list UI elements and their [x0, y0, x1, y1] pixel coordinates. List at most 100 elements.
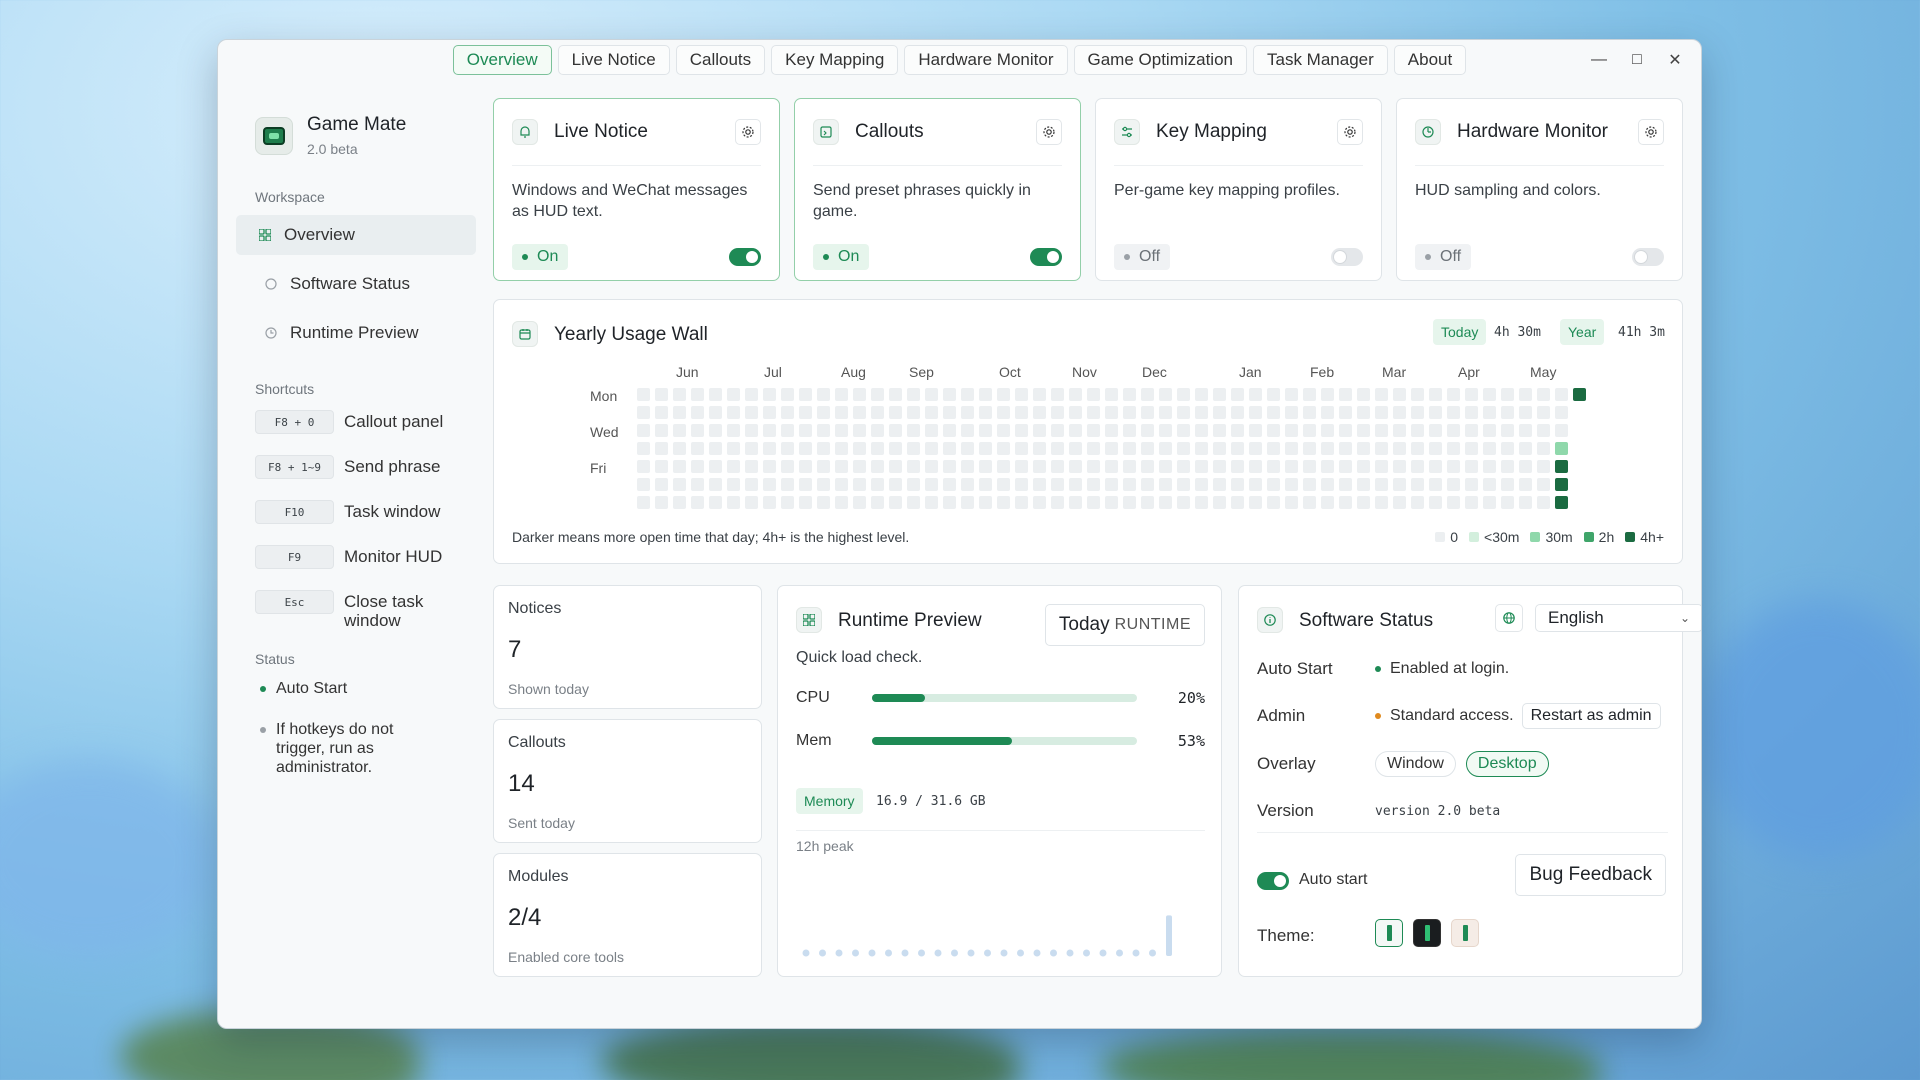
language-select[interactable]: English ⌄: [1535, 604, 1701, 632]
overlay-option-desktop[interactable]: Desktop: [1465, 751, 1549, 777]
module-toggle[interactable]: [729, 248, 761, 266]
usage-cell: [781, 442, 794, 455]
usage-cell: [1087, 406, 1100, 419]
shortcuts-section-title: Shortcuts: [255, 381, 315, 397]
usage-cell: [1375, 478, 1388, 491]
usage-cell: [1213, 460, 1226, 473]
tab-game-optimization[interactable]: Game Optimization: [1073, 45, 1247, 75]
tab-live-notice[interactable]: Live Notice: [557, 45, 670, 75]
usage-cell: [1177, 406, 1190, 419]
usage-cell: [1303, 406, 1316, 419]
usage-cell: [637, 388, 650, 401]
message-icon: [813, 119, 839, 145]
gear-icon[interactable]: [1036, 119, 1062, 145]
tab-about[interactable]: About: [1393, 45, 1467, 75]
usage-cell: [1357, 460, 1370, 473]
usage-cell: [1033, 442, 1046, 455]
usage-cell: [673, 478, 686, 491]
usage-cell: [1069, 442, 1082, 455]
gear-icon[interactable]: [1337, 119, 1363, 145]
sidebar-item-overview[interactable]: Overview: [236, 215, 476, 255]
close-button[interactable]: ✕: [1659, 46, 1691, 74]
usage-cell: [1213, 496, 1226, 509]
usage-cell: [691, 460, 704, 473]
usage-cell: [1015, 406, 1028, 419]
module-card-key-mapping[interactable]: Key Mapping Per-game key mapping profile…: [1095, 98, 1382, 281]
module-card-live-notice[interactable]: Live Notice Windows and WeChat messages …: [493, 98, 780, 281]
minimize-button[interactable]: —: [1583, 46, 1615, 74]
theme-dark-swatch[interactable]: [1413, 919, 1441, 947]
module-card-callouts[interactable]: Callouts Send preset phrases quickly in …: [794, 98, 1081, 281]
usage-cell: [673, 424, 686, 437]
usage-cell: [1249, 478, 1262, 491]
usage-cell: [1015, 388, 1028, 401]
module-toggle[interactable]: [1331, 248, 1363, 266]
spark-bar: [1116, 949, 1123, 957]
theme-light-swatch[interactable]: [1375, 919, 1403, 947]
usage-cell: [673, 388, 686, 401]
theme-warm-swatch[interactable]: [1451, 919, 1479, 947]
usage-cell: [1051, 496, 1064, 509]
legend-label: 2h: [1598, 529, 1615, 545]
app-version: 2.0 beta: [307, 141, 358, 157]
usage-cell: [1051, 406, 1064, 419]
tab-overview[interactable]: Overview: [452, 45, 552, 75]
module-card-hardware-monitor[interactable]: Hardware Monitor HUD sampling and colors…: [1396, 98, 1683, 281]
month-label: Feb: [1310, 364, 1335, 380]
usage-cell: [637, 460, 650, 473]
tab-callouts[interactable]: Callouts: [675, 45, 766, 75]
usage-cell: [943, 424, 956, 437]
usage-cell: [727, 442, 740, 455]
brand: Game Mate 2.0 beta: [255, 114, 476, 157]
tab-task-manager[interactable]: Task Manager: [1253, 45, 1388, 75]
usage-cell: [1483, 496, 1496, 509]
usage-cell: [1195, 442, 1208, 455]
runtime-range-sublabel: RUNTIME: [1114, 616, 1191, 633]
overlay-option-window[interactable]: Window: [1375, 751, 1456, 777]
usage-cell: [1393, 406, 1406, 419]
usage-cell: [907, 424, 920, 437]
maximize-button[interactable]: □: [1621, 46, 1653, 74]
module-title: Key Mapping: [1156, 121, 1267, 142]
restart-as-admin-button[interactable]: Restart as admin: [1521, 703, 1661, 729]
usage-cell: [1411, 388, 1424, 401]
usage-cell: [1303, 478, 1316, 491]
usage-cell: [709, 496, 722, 509]
bug-feedback-button[interactable]: Bug Feedback: [1515, 854, 1666, 896]
tab-key-mapping[interactable]: Key Mapping: [771, 45, 899, 75]
shortcut-item: F8 + 0 Callout panel: [255, 410, 476, 434]
sidebar-item-runtime-preview[interactable]: Runtime Preview: [236, 313, 476, 353]
usage-cell: [1231, 388, 1244, 401]
usage-cell: [1141, 406, 1154, 419]
spark-bar: [951, 949, 958, 957]
spark-bar: [852, 949, 859, 957]
usage-cell: [1285, 424, 1298, 437]
tab-hardware-monitor[interactable]: Hardware Monitor: [904, 45, 1068, 75]
usage-cell: [1195, 388, 1208, 401]
auto-start-toggle[interactable]: [1257, 872, 1289, 890]
gear-icon[interactable]: [735, 119, 761, 145]
bar-percent: 53%: [1177, 732, 1205, 750]
usage-cell: [799, 442, 812, 455]
software-status-title: Software Status: [1299, 610, 1434, 631]
usage-cell: [1339, 442, 1352, 455]
module-toggle[interactable]: [1030, 248, 1062, 266]
spark-bar: [1066, 949, 1074, 957]
usage-cell: [1249, 406, 1262, 419]
module-toggle[interactable]: [1632, 248, 1664, 266]
usage-cell: [1159, 478, 1172, 491]
usage-cell: [1159, 406, 1172, 419]
usage-cell: [1555, 406, 1568, 419]
usage-cell: [1429, 406, 1442, 419]
sliders-icon: [1114, 119, 1140, 145]
gear-icon[interactable]: [1638, 119, 1664, 145]
usage-cell: [1357, 478, 1370, 491]
runtime-range-button[interactable]: Today RUNTIME: [1044, 604, 1205, 646]
stat-card-notices: Notices 7 Shown today: [493, 585, 762, 709]
usage-cell: [1447, 478, 1460, 491]
usage-cell: [1501, 478, 1514, 491]
sidebar-item-software-status[interactable]: Software Status: [236, 264, 476, 304]
usage-cell: [1195, 496, 1208, 509]
usage-cell: [1267, 424, 1280, 437]
usage-cell: [727, 478, 740, 491]
